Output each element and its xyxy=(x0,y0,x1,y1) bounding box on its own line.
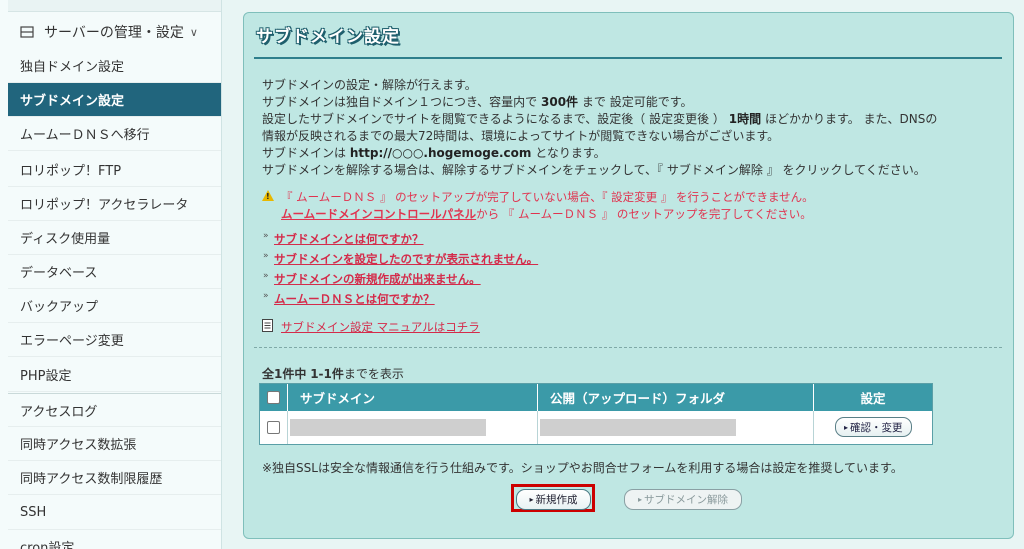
description-text: 設定したサブドメインでサイトを閲覧できるようになるまで、設定後（ 設定変更後 ） xyxy=(262,112,725,126)
muumuu-control-panel-link[interactable]: ムームードメインコントロールパネル xyxy=(281,207,476,221)
page-title: サブドメイン設定 xyxy=(256,27,400,47)
faq-link-not-displayed[interactable]: サブドメインを設定したのですが表示されません。 xyxy=(274,251,538,267)
description-emphasis: http://○○○.hogemoge.com xyxy=(349,146,532,160)
new-create-label: 新規作成 xyxy=(535,494,578,506)
title-divider xyxy=(254,57,1002,59)
faq-link-cannot-create[interactable]: サブドメインの新規作成が出来ません。 xyxy=(274,271,481,287)
sidebar-item-subdomain[interactable]: サブドメイン設定 xyxy=(8,83,221,117)
link-arrow-icon: » xyxy=(263,231,269,241)
sidebar-item-access-log[interactable]: アクセスログ xyxy=(8,393,221,427)
table-row: ▸ 確認・変更 xyxy=(260,411,932,444)
sidebar-item-muumuu-dns[interactable]: ムームーＤＮＳへ移行 xyxy=(8,117,221,151)
sidebar-item-label: cron設定 xyxy=(20,541,75,549)
sidebar-item-accelerator[interactable]: ロリポップ！アクセラレータ xyxy=(8,187,221,221)
sidebar-item-label: エラーページ変更 xyxy=(20,334,124,349)
confirm-change-button[interactable]: ▸ 確認・変更 xyxy=(835,417,912,437)
subdomain-cell xyxy=(287,411,537,444)
row-checkbox-cell xyxy=(260,411,287,444)
sidebar-item-label: ディスク使用量 xyxy=(20,232,111,247)
warning-text: 『 ムームーＤＮＳ 』 のセットアップが完了していない場合、『 設定変更 』 を… xyxy=(281,190,814,204)
link-arrow-icon: » xyxy=(263,291,269,301)
sidebar-item-label: バックアップ xyxy=(20,300,99,315)
confirm-change-label: 確認・変更 xyxy=(850,421,903,434)
description-line: サブドメインは http://○○○.hogemoge.com となります。 xyxy=(262,144,606,161)
description-line: サブドメインの設定・解除が行えます。 xyxy=(262,78,477,92)
manual-document-icon xyxy=(262,319,273,332)
sidebar-item-label: SSH xyxy=(20,505,47,520)
sidebar-item-custom-domain[interactable]: 独自ドメイン設定 xyxy=(8,49,221,83)
description-text: サブドメインは独自ドメイン１つにつき、容量内で xyxy=(262,95,538,109)
table-header-row: サブドメイン 公開（アップロード）フォルダ 設定 xyxy=(260,384,932,411)
subdomain-table: サブドメイン 公開（アップロード）フォルダ 設定 ▸ 確認・変更 xyxy=(259,383,933,445)
column-header-folder: 公開（アップロード）フォルダ xyxy=(537,384,813,411)
sidebar-item-label: 独自ドメイン設定 xyxy=(20,60,125,75)
warning-text: から 『 ムームーＤＮＳ 』 のセットアップを完了してください。 xyxy=(476,207,812,221)
sidebar-item-label: 同時アクセス数拡張 xyxy=(20,438,137,453)
sidebar-item-label: ロリポップ！FTP xyxy=(20,164,122,179)
manual-link[interactable]: サブドメイン設定 マニュアルはコチラ xyxy=(281,319,480,335)
description-line: 情報が反映されるまでの最大72時間は、環境によってサイトが閲覧できない場合がござ… xyxy=(262,129,780,143)
column-header-settings: 設定 xyxy=(813,384,932,411)
sidebar-group-server-settings[interactable]: サーバーの管理・設定 ∨ xyxy=(8,15,221,49)
sidebar-item-concurrent-access[interactable]: 同時アクセス数拡張 xyxy=(8,427,221,461)
sidebar-item-label: 同時アクセス数制限履歴 xyxy=(20,472,163,487)
result-count-range: 1-1件 xyxy=(310,367,344,381)
folder-cell xyxy=(537,411,813,444)
sidebar-item-label: ムームーＤＮＳへ移行 xyxy=(20,128,150,143)
sidebar-item-cron[interactable]: cron設定 xyxy=(8,530,221,549)
play-icon: ▸ xyxy=(637,495,642,504)
link-arrow-icon: » xyxy=(263,251,269,261)
settings-cell: ▸ 確認・変更 xyxy=(813,411,932,444)
description-text: まで 設定可能です。 xyxy=(581,95,693,109)
row-checkbox[interactable] xyxy=(267,421,280,434)
link-arrow-icon: » xyxy=(263,271,269,281)
faq-link-what-is-subdomain[interactable]: サブドメインとは何ですか？ xyxy=(274,231,424,247)
section-divider xyxy=(254,347,1002,348)
select-all-cell xyxy=(260,384,287,411)
faq-link-what-is-muumuu-dns[interactable]: ムームーＤＮＳとは何ですか？ xyxy=(274,291,435,307)
ssl-note: ※独自SSLは安全な情報通信を行う仕組みです。ショップやお問合せフォームを利用す… xyxy=(262,461,903,475)
sidebar-item-backup[interactable]: バックアップ xyxy=(8,289,221,323)
redacted-folder xyxy=(540,419,736,436)
sidebar-item-label: サブドメイン設定 xyxy=(20,94,125,109)
result-count-total: 全1件中 xyxy=(262,367,307,381)
sidebar-item-label: ロリポップ！アクセラレータ xyxy=(20,198,189,213)
sidebar-item-label: アクセスログ xyxy=(20,404,98,420)
subdomain-delete-button[interactable]: ▸ サブドメイン解除 xyxy=(624,489,742,510)
sidebar-item-database[interactable]: データベース xyxy=(8,255,221,289)
result-count-suffix: までを表示 xyxy=(343,367,404,381)
sidebar-item-access-limit-history[interactable]: 同時アクセス数制限履歴 xyxy=(8,461,221,495)
play-icon: ▸ xyxy=(844,422,849,432)
sidebar-item-error-page[interactable]: エラーページ変更 xyxy=(8,323,221,357)
sidebar-item-php-settings[interactable]: PHP設定 xyxy=(8,358,221,392)
description-line: サブドメインは独自ドメイン１つにつき、容量内で 300件 まで 設定可能です。 xyxy=(262,93,693,110)
sidebar-top-item[interactable] xyxy=(8,0,221,12)
description-text: サブドメインは xyxy=(262,146,347,160)
sidebar-item-label: データベース xyxy=(20,266,98,281)
description-text: ほどかかります。 また、DNSの xyxy=(764,112,938,126)
description-line: 設定したサブドメインでサイトを閲覧できるようになるまで、設定後（ 設定変更後 ）… xyxy=(262,110,937,127)
description-text: となります。 xyxy=(535,146,606,160)
subdomain-delete-label: サブドメイン解除 xyxy=(644,494,728,506)
warning-line-2: ムームードメインコントロールパネルから 『 ムームーＤＮＳ 』 のセットアップを… xyxy=(281,206,812,222)
warning-icon-mark: ! xyxy=(266,192,270,201)
description-emphasis: 300件 xyxy=(541,95,579,109)
column-header-subdomain: サブドメイン xyxy=(287,384,537,411)
play-icon: ▸ xyxy=(529,495,534,504)
description-emphasis: 1時間 xyxy=(728,112,762,126)
select-all-checkbox[interactable] xyxy=(267,391,280,404)
redacted-subdomain xyxy=(290,419,486,436)
sidebar-item-ftp[interactable]: ロリポップ！FTP xyxy=(8,153,221,187)
sidebar-item-ssh[interactable]: SSH xyxy=(8,496,221,530)
chevron-down-icon: ∨ xyxy=(189,25,198,39)
sidebar: サーバーの管理・設定 ∨ 独自ドメイン設定 サブドメイン設定 ムームーＤＮＳへ移… xyxy=(0,0,222,549)
new-create-button[interactable]: ▸ 新規作成 xyxy=(516,489,591,510)
sidebar-item-disk-usage[interactable]: ディスク使用量 xyxy=(8,221,221,255)
server-icon xyxy=(20,26,34,38)
sidebar-item-label: PHP設定 xyxy=(20,369,72,384)
description-line: サブドメインを解除する場合は、解除するサブドメインをチェックして、『 サブドメイ… xyxy=(262,163,926,177)
result-count: 全1件中 1-1件までを表示 xyxy=(262,365,404,382)
sidebar-group-label: サーバーの管理・設定 xyxy=(44,25,184,41)
